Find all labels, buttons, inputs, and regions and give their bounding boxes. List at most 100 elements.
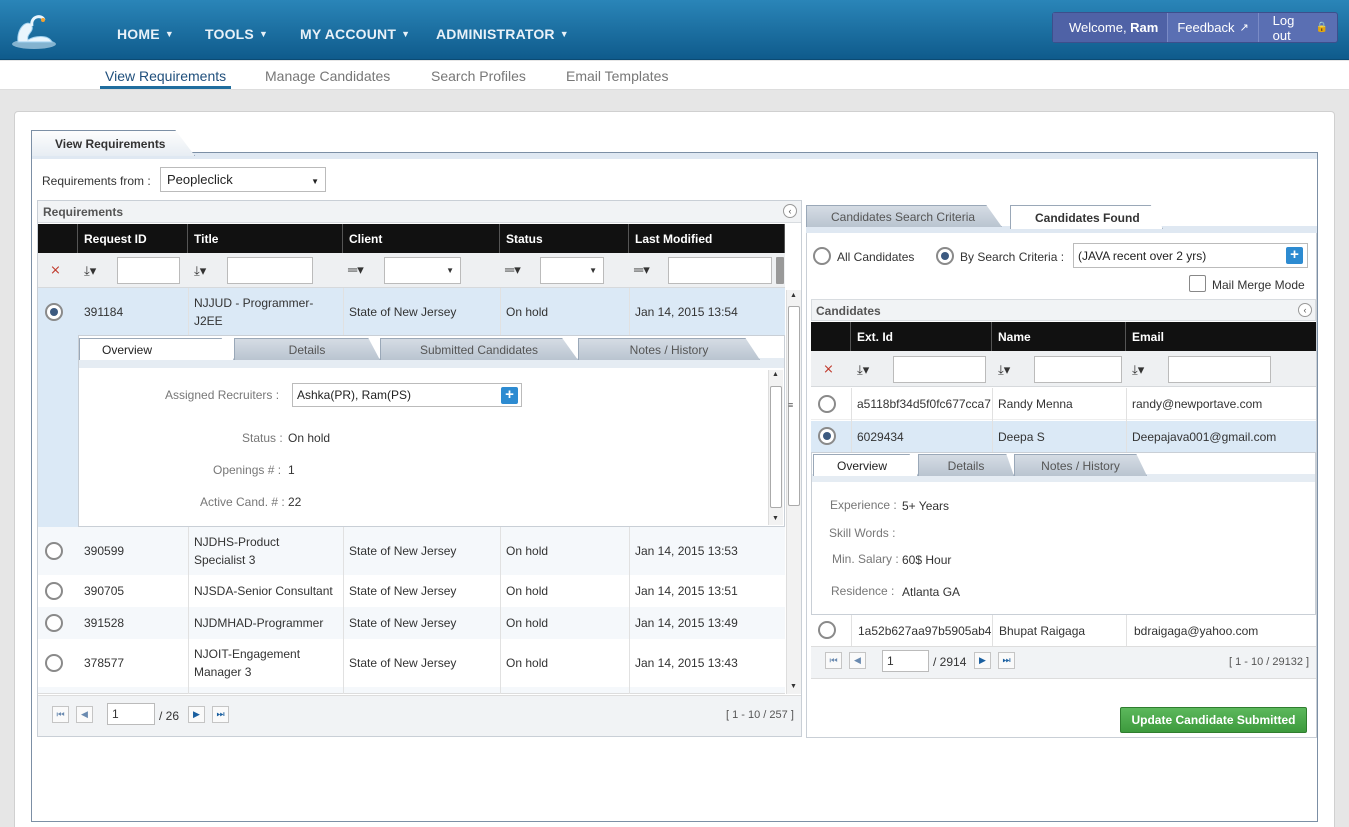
cand-page-input[interactable]: 1 (882, 650, 929, 672)
cell-name: Randy Menna (998, 397, 1073, 411)
filter-email-input[interactable] (1168, 356, 1271, 383)
page-total: / 26 (159, 709, 180, 723)
cell-request-id: 391184 (84, 305, 124, 319)
radio-all-candidates[interactable] (813, 247, 831, 265)
user-box: Welcome, Ram Feedback ↗ Log out 🔒 (1052, 12, 1338, 43)
requirements-scrollbar[interactable]: ▲ ▼ (786, 290, 801, 694)
filter-operator-icon[interactable]: ⤓▾ (857, 362, 869, 378)
logout-button[interactable]: Log out 🔒 (1257, 13, 1337, 43)
subnav-view-requirements[interactable]: View Requirements (105, 68, 226, 84)
filter-request-id-input[interactable] (117, 257, 180, 284)
column-divider (500, 288, 501, 335)
cand-prev-page-button[interactable]: ◀ (849, 652, 866, 669)
status-value: On hold (288, 431, 331, 445)
col-header-client[interactable]: Client (343, 224, 500, 253)
tab-notes-history[interactable]: Notes / History (578, 338, 760, 360)
row-radio[interactable] (45, 303, 63, 321)
assigned-recruiters-field[interactable]: Ashka(PR), Ram(PS) + (292, 383, 522, 407)
filter-operator-icon[interactable]: ⤓▾ (194, 263, 206, 279)
tab-overview[interactable]: Overview (79, 338, 234, 360)
experience-label: Experience : (830, 498, 897, 512)
lock-icon: 🔒 (1315, 22, 1328, 33)
cell-email: bdraigaga@yahoo.com (1134, 624, 1259, 638)
tab-candidates-search-criteria[interactable]: Candidates Search Criteria (806, 205, 1002, 227)
swan-logo-icon[interactable] (8, 8, 60, 52)
row-radio[interactable] (45, 582, 63, 600)
filter-title-input[interactable] (227, 257, 313, 284)
prev-page-button[interactable]: ◀ (76, 706, 93, 723)
tab-candidates-found[interactable]: Candidates Found (1010, 205, 1163, 229)
filter-equals-icon[interactable]: ═▾ (348, 262, 364, 278)
candidate-radio[interactable] (818, 427, 836, 445)
openings-label: Openings # : (213, 463, 282, 477)
collapse-left-icon[interactable]: ‹ (783, 204, 797, 218)
tab-details[interactable]: Details (234, 338, 380, 360)
add-recruiter-button[interactable]: + (501, 387, 518, 404)
nav-my-account[interactable]: MY ACCOUNT ▼ (300, 26, 410, 42)
cand-last-page-button[interactable]: ⏭ (998, 652, 1015, 669)
search-criteria-field[interactable]: (JAVA recent over 2 yrs) + (1073, 243, 1308, 268)
cand-tab-details[interactable]: Details (918, 454, 1014, 476)
add-criteria-button[interactable]: + (1286, 247, 1303, 264)
filter-client-select[interactable]: ▼ (384, 257, 461, 284)
collapse-right-icon[interactable]: ‹ (1298, 303, 1312, 317)
filter-operator-icon[interactable]: ⤓▾ (84, 263, 96, 279)
clear-filter-icon[interactable]: ⨯ (823, 361, 834, 377)
mail-merge-label: Mail Merge Mode (1212, 278, 1305, 292)
splitter-grip-icon[interactable]: ≡ (788, 400, 793, 410)
cand-tab-overview[interactable]: Overview (813, 454, 918, 476)
filter-operator-icon[interactable]: ⤓▾ (998, 362, 1010, 378)
col-header-status[interactable]: Status (500, 224, 629, 253)
cell-email: randy@newportave.com (1132, 397, 1263, 411)
filter-scroll-handle[interactable] (776, 257, 784, 284)
tab-view-requirements[interactable]: View Requirements (31, 130, 195, 156)
detail-scrollbar[interactable]: ▲ ▼ (768, 370, 783, 525)
candidate-radio[interactable] (818, 621, 836, 639)
col-header-ext-id[interactable]: Ext. Id (851, 322, 992, 351)
filter-equals-icon[interactable]: ═▾ (505, 262, 521, 278)
col-header-email[interactable]: Email (1126, 322, 1316, 351)
candidate-radio[interactable] (818, 395, 836, 413)
feedback-button[interactable]: Feedback ↗ (1167, 13, 1257, 42)
subnav-email-templates[interactable]: Email Templates (566, 68, 668, 84)
next-page-button[interactable]: ▶ (188, 706, 205, 723)
by-search-criteria-label: By Search Criteria : (960, 250, 1065, 264)
subnav-manage-candidates[interactable]: Manage Candidates (265, 68, 390, 84)
cell-client: State of New Jersey (349, 616, 457, 630)
last-page-button[interactable]: ⏭ (212, 706, 229, 723)
nav-home[interactable]: HOME ▼ (117, 26, 174, 42)
table-row-partial (38, 687, 785, 694)
tab-submitted-candidates[interactable]: Submitted Candidates (380, 338, 578, 360)
col-header-name[interactable]: Name (992, 322, 1126, 351)
filter-operator-icon[interactable]: ⤓▾ (1132, 362, 1144, 378)
update-candidate-submitted-button[interactable]: Update Candidate Submitted (1120, 707, 1307, 733)
row-radio[interactable] (45, 614, 63, 632)
subnav-search-profiles[interactable]: Search Profiles (431, 68, 526, 84)
cell-status: On hold (506, 544, 549, 558)
filter-last-modified-input[interactable] (668, 257, 772, 284)
filter-equals-icon[interactable]: ═▾ (634, 262, 650, 278)
cell-status: On hold (506, 616, 549, 630)
mail-merge-checkbox[interactable] (1189, 275, 1206, 292)
row-radio[interactable] (45, 542, 63, 560)
first-page-button[interactable]: ⏮ (52, 706, 69, 723)
radio-by-search-criteria[interactable] (936, 247, 954, 265)
cell-status: On hold (506, 305, 549, 319)
requirements-from-select[interactable]: Peopleclick ▼ (160, 167, 326, 192)
col-header-request-id[interactable]: Request ID (78, 224, 188, 253)
cand-tab-notes-history[interactable]: Notes / History (1014, 454, 1147, 476)
cell-name: Deepa S (998, 430, 1045, 444)
cand-next-page-button[interactable]: ▶ (974, 652, 991, 669)
filter-status-select[interactable]: ▼ (540, 257, 604, 284)
filter-ext-id-input[interactable] (893, 356, 986, 383)
clear-filter-icon[interactable]: ⨯ (50, 262, 61, 278)
filter-name-input[interactable] (1034, 356, 1122, 383)
cand-first-page-button[interactable]: ⏮ (825, 652, 842, 669)
row-radio[interactable] (45, 654, 63, 672)
nav-administrator[interactable]: ADMINISTRATOR ▼ (436, 26, 569, 42)
col-header-title[interactable]: Title (188, 224, 343, 253)
page-input[interactable]: 1 (107, 703, 155, 725)
column-divider (992, 615, 993, 646)
col-header-last-modified[interactable]: Last Modified (629, 224, 785, 253)
nav-tools[interactable]: TOOLS ▼ (205, 26, 268, 42)
